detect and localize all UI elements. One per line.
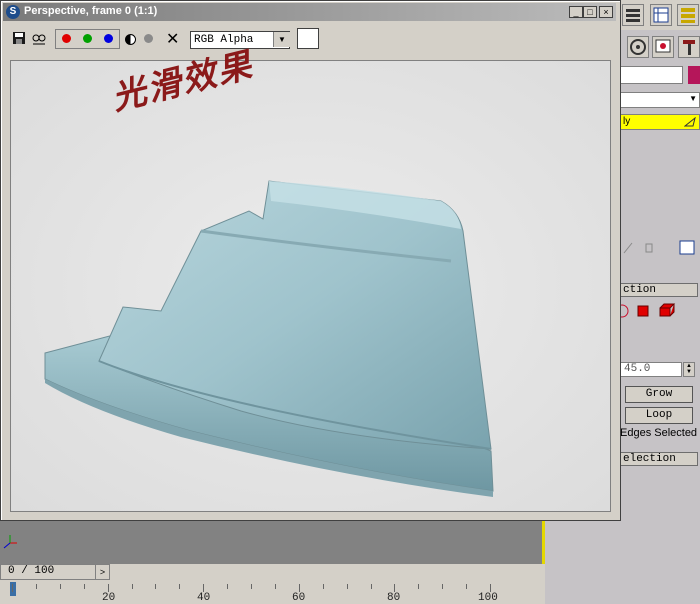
maximize-button[interactable]: □ — [583, 6, 597, 18]
status-panel — [545, 520, 700, 604]
border-icon — [615, 304, 629, 318]
modifier-stack-item[interactable]: ly — [620, 114, 700, 130]
axis-tripod-icon — [3, 535, 17, 549]
track-tick — [83, 584, 85, 589]
layers-icon[interactable] — [622, 4, 644, 26]
loop-button[interactable]: Loop — [625, 407, 693, 424]
track-tick — [322, 584, 324, 589]
track-bar[interactable] — [0, 580, 545, 604]
app-logo-icon: S — [6, 5, 20, 19]
track-tick — [179, 584, 181, 589]
close-button[interactable]: × — [599, 6, 613, 18]
track-tick — [442, 584, 444, 589]
selection-status-text: Edges Selected — [620, 427, 698, 439]
spinner-arrows[interactable]: ▲ ▼ — [683, 362, 695, 377]
lock-icon — [645, 243, 653, 253]
minimize-button[interactable]: _ — [569, 6, 583, 18]
lower-viewport[interactable] — [0, 520, 545, 564]
track-tick — [251, 584, 252, 589]
curve-editor-icon[interactable] — [650, 4, 672, 26]
display-tab-icon[interactable] — [652, 36, 674, 58]
threshold-spinner-field[interactable]: 45.0 — [620, 362, 682, 377]
rollout-soft-selection[interactable]: election — [620, 452, 698, 466]
utilities-hammer-icon[interactable] — [678, 36, 700, 58]
track-tick — [418, 584, 420, 589]
track-tick — [394, 584, 396, 592]
stack-tools — [620, 236, 700, 258]
save-icon[interactable] — [10, 29, 28, 47]
subobject-icons — [615, 302, 698, 320]
blue-channel-icon[interactable] — [104, 34, 113, 43]
configure-icon — [679, 240, 695, 255]
track-tick — [346, 584, 348, 589]
clear-icon[interactable]: ✕ — [166, 29, 179, 49]
object-color-swatch[interactable] — [688, 66, 700, 84]
modifier-list-dropdown[interactable]: ▼ — [620, 92, 700, 108]
track-tick — [35, 584, 37, 589]
polygon-icon — [637, 305, 649, 317]
triangle-icon — [684, 117, 696, 127]
chevron-down-icon: ▼ — [689, 94, 697, 103]
object-name-field[interactable] — [620, 66, 683, 84]
render-canvas — [10, 60, 611, 512]
grow-button[interactable]: Grow — [625, 386, 693, 403]
red-channel-icon[interactable] — [62, 34, 71, 43]
rollout-selection[interactable]: ction — [620, 283, 698, 297]
track-tick — [227, 584, 229, 589]
track-tick — [274, 584, 276, 589]
track-tick — [203, 584, 205, 592]
track-tick — [370, 584, 372, 589]
motion-tab-icon[interactable] — [627, 36, 649, 58]
clone-window-icon[interactable] — [30, 29, 48, 47]
tick-label: 20 — [102, 592, 116, 604]
tick-label: 100 — [478, 592, 498, 604]
time-marker[interactable] — [10, 582, 16, 596]
track-tick — [466, 584, 468, 589]
track-tick — [490, 584, 491, 592]
modifier-stack-label: ly — [623, 116, 631, 127]
tick-label: 60 — [292, 592, 306, 604]
chevron-down-icon[interactable]: ▼ — [273, 32, 290, 47]
next-frame-button[interactable]: > — [95, 564, 110, 580]
monochrome-icon[interactable] — [144, 34, 153, 43]
green-channel-icon[interactable] — [83, 34, 92, 43]
schematic-icon[interactable] — [677, 4, 699, 26]
tick-label: 40 — [197, 592, 211, 604]
time-slider-label: 0 / 100 — [8, 565, 55, 577]
color-swatch[interactable] — [297, 28, 319, 49]
track-tick — [59, 584, 61, 589]
pin-stack-icon — [623, 242, 633, 254]
track-tick — [298, 584, 300, 592]
track-tick — [131, 584, 133, 589]
element-icon — [659, 303, 676, 317]
track-tick — [107, 584, 109, 592]
track-tick — [155, 584, 157, 589]
window-title: Perspective, frame 0 (1:1) — [24, 5, 158, 17]
alpha-channel-icon[interactable] — [125, 34, 136, 45]
tick-label: 80 — [387, 592, 401, 604]
track-tick — [12, 584, 13, 592]
rendered-model — [11, 61, 610, 511]
